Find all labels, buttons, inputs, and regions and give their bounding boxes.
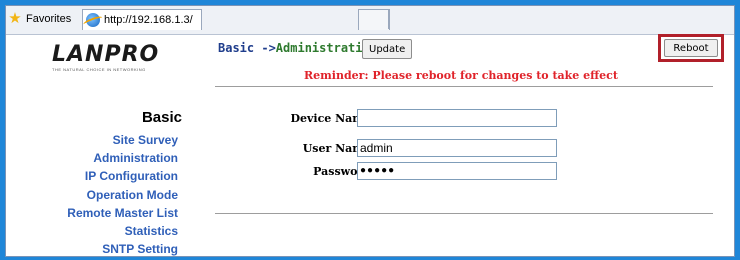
sidebar-heading: Basic — [141, 109, 182, 126]
internet-explorer-icon — [86, 13, 100, 27]
breadcrumb: Basic ->Administration — [218, 41, 377, 55]
new-tab-button[interactable] — [358, 9, 390, 30]
device-name-input[interactable] — [357, 109, 557, 127]
favorites-button[interactable]: ★ Favorites — [8, 9, 74, 29]
device-name-row: Device Name: — [226, 109, 586, 129]
tab-url: http://192.168.1.3/ — [104, 14, 193, 26]
logo-name: LANPRO — [52, 42, 160, 67]
user-name-row: User Name: admin — [226, 139, 586, 159]
sidebar-item-statistics[interactable]: Statistics — [67, 222, 178, 240]
sidebar-item-administration[interactable]: Administration — [67, 149, 178, 167]
user-name-input[interactable]: admin — [357, 139, 557, 157]
browser-frame: ★ Favorites http://192.168.1.3/ LANPRO T… — [5, 5, 735, 257]
logo-tagline: THE NATURAL CHOICE IN NETWORKING — [52, 67, 146, 72]
reboot-reminder: Reminder: Please reboot for changes to t… — [304, 69, 618, 82]
tab-strip-empty — [388, 9, 735, 29]
favorites-label: Favorites — [26, 13, 72, 25]
star-icon: ★ — [8, 10, 22, 27]
sidebar-item-sntp-setting[interactable]: SNTP Setting — [67, 240, 178, 258]
browser-tab[interactable]: http://192.168.1.3/ — [82, 9, 202, 30]
sidebar-item-site-survey[interactable]: Site Survey — [67, 131, 178, 149]
divider-top — [215, 86, 713, 87]
breadcrumb-basic: Basic -> — [218, 41, 276, 55]
password-row: Password: ●●●●● — [226, 162, 586, 182]
password-input[interactable]: ●●●●● — [357, 162, 557, 180]
sidebar-item-remote-master-list[interactable]: Remote Master List — [67, 204, 178, 222]
favorites-bar: ★ Favorites http://192.168.1.3/ — [6, 6, 734, 35]
lanpro-logo: LANPRO THE NATURAL CHOICE IN NETWORKING — [52, 44, 182, 74]
sidebar-nav: Site Survey Administration IP Configurat… — [67, 131, 178, 258]
reboot-highlight: Reboot — [658, 34, 724, 62]
update-button[interactable]: Update — [362, 39, 413, 59]
divider-bottom — [215, 213, 713, 214]
sidebar-item-operation-mode[interactable]: Operation Mode — [67, 186, 178, 204]
sidebar-item-ip-configuration[interactable]: IP Configuration — [67, 167, 178, 185]
reboot-button[interactable]: Reboot — [664, 39, 718, 57]
